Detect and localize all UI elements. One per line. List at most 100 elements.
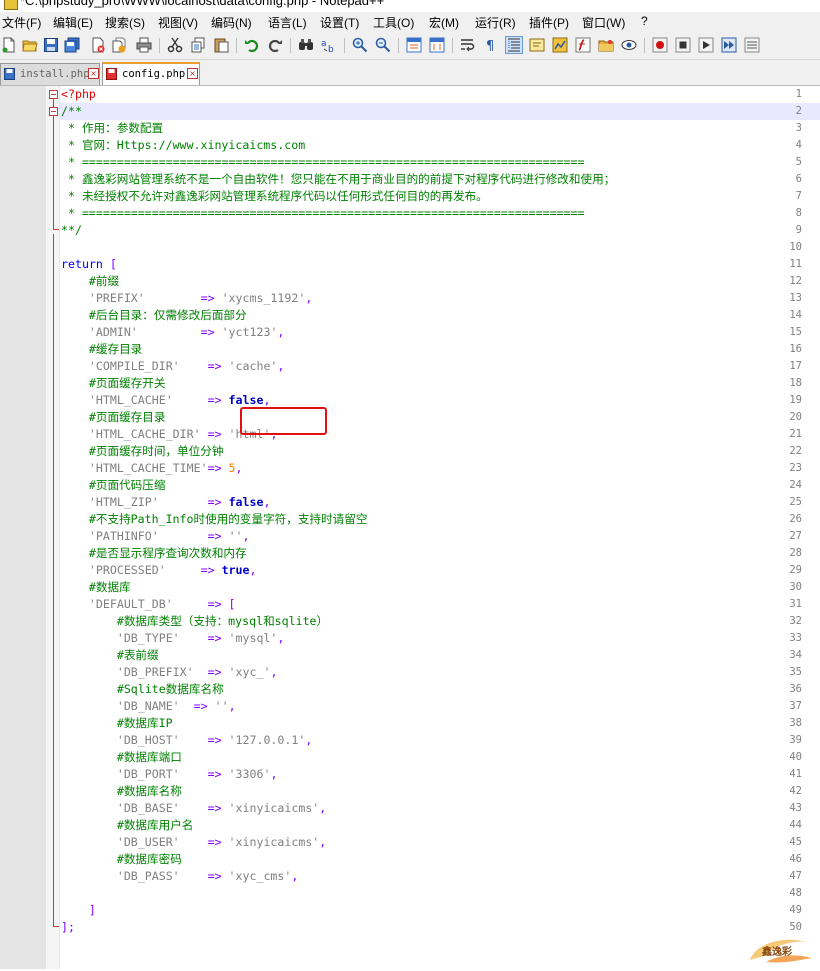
find-icon[interactable] bbox=[298, 37, 314, 53]
code-line[interactable]: #Sqlite数据库名称 bbox=[61, 681, 224, 698]
code-line[interactable]: 'HTML_CACHE' => false, bbox=[61, 392, 271, 409]
code-line[interactable]: #页面缓存开关 bbox=[61, 375, 166, 392]
open-file-icon[interactable] bbox=[22, 37, 38, 53]
tab-config-php[interactable]: config.php × bbox=[102, 62, 200, 85]
code-line[interactable]: 'DEFAULT_DB' => [ bbox=[61, 596, 236, 613]
print-icon[interactable] bbox=[136, 37, 152, 53]
sync-horizontal-icon[interactable] bbox=[429, 37, 445, 53]
code-line[interactable]: 'DB_PORT' => '3306', bbox=[61, 766, 278, 783]
replace-icon[interactable]: ab bbox=[321, 37, 337, 53]
menu-search[interactable]: 搜索(S) bbox=[105, 14, 145, 31]
menu-view[interactable]: 视图(V) bbox=[158, 14, 198, 31]
code-line[interactable]: * 未经授权不允许对鑫逸彩网站管理系统程序代码以任何形式任何目的的再发布。 bbox=[61, 188, 488, 205]
close-file-icon[interactable] bbox=[90, 37, 106, 53]
code-line[interactable]: * 鑫逸彩网站管理系统不是一个自由软件！您只能在不用于商业目的的前提下对程序代码… bbox=[61, 171, 615, 188]
fold-toggle-icon[interactable] bbox=[49, 90, 58, 99]
code-line[interactable]: #数据库 bbox=[61, 579, 131, 596]
code-line[interactable]: #后台目录：仅需修改后面部分 bbox=[61, 307, 247, 324]
code-line[interactable]: #缓存目录 bbox=[61, 341, 142, 358]
indent-guide-icon[interactable] bbox=[505, 36, 523, 54]
word-wrap-icon[interactable] bbox=[460, 37, 476, 53]
undo-icon[interactable] bbox=[244, 37, 260, 53]
tab-close-icon[interactable]: × bbox=[187, 68, 198, 79]
code-line[interactable]: <?php bbox=[61, 86, 96, 103]
code-line[interactable]: 'HTML_CACHE_TIME'=> 5, bbox=[61, 460, 243, 477]
code-line[interactable]: ]; bbox=[61, 919, 75, 936]
zoom-out-icon[interactable] bbox=[375, 37, 391, 53]
menu-window[interactable]: 窗口(W) bbox=[582, 14, 625, 31]
user-language-icon[interactable] bbox=[529, 37, 545, 53]
macro-run-multiple-icon[interactable] bbox=[721, 37, 737, 53]
macro-save-icon[interactable] bbox=[744, 37, 760, 53]
code-line[interactable]: 'HTML_ZIP' => false, bbox=[61, 494, 271, 511]
code-line[interactable]: #是否显示程序查询次数和内存 bbox=[61, 545, 247, 562]
code-line[interactable]: 'PROCESSED' => true, bbox=[61, 562, 257, 579]
macro-play-icon[interactable] bbox=[698, 37, 714, 53]
fold-toggle-icon[interactable] bbox=[49, 107, 58, 116]
paste-icon[interactable] bbox=[213, 37, 229, 53]
code-line[interactable]: /** bbox=[61, 103, 82, 120]
menu-plugins[interactable]: 插件(P) bbox=[529, 14, 569, 31]
code-line[interactable]: * 作用：参数配置 bbox=[61, 120, 163, 137]
code-line[interactable]: #页面缓存目录 bbox=[61, 409, 166, 426]
code-line[interactable]: #数据库端口 bbox=[61, 749, 182, 766]
code-line[interactable]: 'DB_USER' => 'xinyicaicms', bbox=[61, 834, 326, 851]
show-all-characters-icon[interactable]: ¶ bbox=[483, 37, 499, 53]
code-line[interactable]: 'PATHINFO' => '', bbox=[61, 528, 250, 545]
close-all-icon[interactable] bbox=[111, 37, 127, 53]
menu-macro[interactable]: 宏(M) bbox=[429, 14, 459, 31]
code-line[interactable]: #不支持Path_Info时使用的变量字符，支持时请留空 bbox=[61, 511, 368, 528]
macro-record-icon[interactable] bbox=[652, 37, 668, 53]
redo-icon[interactable] bbox=[267, 37, 283, 53]
code-line[interactable]: 'COMPILE_DIR' => 'cache', bbox=[61, 358, 284, 375]
code-line[interactable]: 'ADMIN' => 'yct123', bbox=[61, 324, 284, 341]
save-all-icon[interactable] bbox=[64, 37, 80, 53]
zoom-in-icon[interactable] bbox=[352, 37, 368, 53]
cut-icon[interactable] bbox=[167, 37, 183, 53]
code-line[interactable]: 'PREFIX' => 'xycms_1192', bbox=[61, 290, 312, 307]
code-line[interactable]: * ======================================… bbox=[61, 205, 585, 222]
code-editor[interactable]: <?php /** * 作用：参数配置 * 官网：Https://www.xiny… bbox=[0, 86, 820, 969]
code-line[interactable]: 'DB_HOST' => '127.0.0.1', bbox=[61, 732, 312, 749]
code-line[interactable]: #数据库密码 bbox=[61, 851, 182, 868]
code-line[interactable]: #前缀 bbox=[61, 273, 119, 290]
code-token: #页面缓存时间，单位分钟 bbox=[61, 444, 224, 458]
document-map-icon[interactable] bbox=[552, 37, 568, 53]
menu-help[interactable]: ? bbox=[641, 14, 648, 28]
menu-language[interactable]: 语言(L) bbox=[268, 14, 307, 31]
code-line[interactable]: 'DB_PREFIX' => 'xyc_', bbox=[61, 664, 278, 681]
code-line[interactable]: #页面缓存时间，单位分钟 bbox=[61, 443, 224, 460]
menu-encoding[interactable]: 编码(N) bbox=[211, 14, 252, 31]
folder-workspace-icon[interactable] bbox=[598, 37, 614, 53]
code-line[interactable]: #数据库用户名 bbox=[61, 817, 194, 834]
code-line[interactable]: #数据库IP bbox=[61, 715, 173, 732]
code-line[interactable]: return [ bbox=[61, 256, 117, 273]
line-number: 35 bbox=[789, 666, 802, 678]
code-line[interactable]: **/ bbox=[61, 222, 82, 239]
function-list-icon[interactable] bbox=[575, 37, 591, 53]
menu-tools[interactable]: 工具(O) bbox=[373, 14, 414, 31]
save-icon[interactable] bbox=[43, 37, 59, 53]
code-line[interactable]: #页面代码压缩 bbox=[61, 477, 166, 494]
code-line[interactable]: #数据库类型（支持：mysql和sqlite） bbox=[61, 613, 328, 630]
code-line[interactable]: 'DB_PASS' => 'xyc_cms', bbox=[61, 868, 299, 885]
menu-file[interactable]: 文件(F) bbox=[2, 14, 41, 31]
new-file-icon[interactable] bbox=[1, 37, 17, 53]
code-line[interactable]: 'DB_NAME' => '', bbox=[61, 698, 236, 715]
sync-vertical-icon[interactable] bbox=[406, 37, 422, 53]
code-line[interactable]: * ======================================… bbox=[61, 154, 585, 171]
menu-settings[interactable]: 设置(T) bbox=[320, 14, 359, 31]
menu-run[interactable]: 运行(R) bbox=[475, 14, 516, 31]
code-line[interactable]: * 官网：Https://www.xinyicaicms.com bbox=[61, 137, 305, 154]
monitoring-eye-icon[interactable] bbox=[621, 37, 637, 53]
code-line[interactable]: #数据库名称 bbox=[61, 783, 182, 800]
macro-stop-icon[interactable] bbox=[675, 37, 691, 53]
tab-install-php[interactable]: install.php × bbox=[0, 63, 100, 85]
menu-edit[interactable]: 编辑(E) bbox=[53, 14, 93, 31]
tab-close-icon[interactable]: × bbox=[88, 68, 99, 79]
code-line[interactable]: ] bbox=[61, 902, 96, 919]
code-line[interactable]: #表前缀 bbox=[61, 647, 159, 664]
copy-icon[interactable] bbox=[190, 37, 206, 53]
code-line[interactable]: 'DB_BASE' => 'xinyicaicms', bbox=[61, 800, 326, 817]
code-line[interactable]: 'DB_TYPE' => 'mysql', bbox=[61, 630, 285, 647]
